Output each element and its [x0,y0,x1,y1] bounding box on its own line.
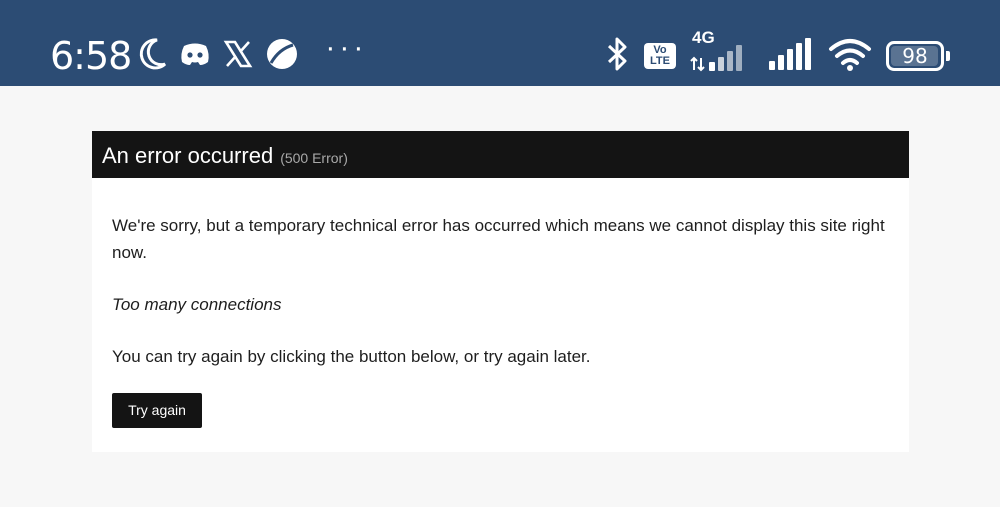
network-type-label: 4G [692,27,715,47]
error-body: We're sorry, but a temporary technical e… [92,178,909,428]
moon-icon [137,37,167,76]
status-right: Vo LTE 4G 98 [592,28,950,78]
error-card: An error occurred (500 Error) We're sorr… [92,131,909,452]
error-hint: You can try again by clicking the button… [112,347,591,366]
sim2-signal-icon [768,37,814,75]
error-detail: Too many connections [112,295,282,314]
x-icon [223,39,253,74]
error-message: We're sorry, but a temporary technical e… [112,216,885,262]
battery-icon: 98 [886,41,950,71]
status-left: 6:58 ··· [50,28,367,84]
discord-icon [179,40,211,73]
volte-label-bottom: LTE [650,55,670,67]
bluetooth-icon [606,35,630,78]
more-notifications-icon: ··· [325,31,368,64]
error-code: (500 Error) [280,150,348,166]
try-again-button[interactable]: Try again [112,393,202,428]
browser-icon [265,37,299,76]
wifi-icon [828,37,872,76]
battery-percent: 98 [902,44,928,68]
error-header: An error occurred (500 Error) [92,131,909,178]
clock: 6:58 [50,34,132,78]
volte-icon: Vo LTE [644,43,676,69]
sim1-signal-icon: 4G [690,28,754,77]
error-title: An error occurred [102,143,274,168]
status-bar: 6:58 ··· Vo LTE 4G 98 [0,0,1000,86]
